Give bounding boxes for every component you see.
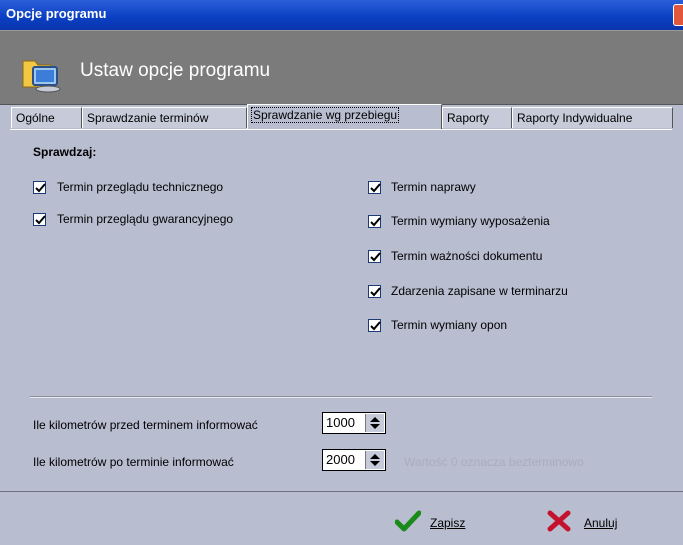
checkbox-waznosc-dokumentu[interactable] bbox=[368, 250, 381, 263]
window-title: Opcje programu bbox=[6, 6, 107, 21]
checkbox-zdarzenia-terminarz[interactable] bbox=[368, 285, 381, 298]
hint-text: Wartość 0 oznacza bezterminowo bbox=[404, 455, 584, 469]
separator bbox=[30, 396, 652, 398]
tab-raporty-indywidualne[interactable]: Raporty Indywidualne bbox=[512, 107, 673, 128]
checkmark-icon bbox=[395, 510, 421, 532]
checkbox-przeglad-gwarancyjny[interactable] bbox=[33, 213, 46, 226]
check-icon bbox=[370, 217, 381, 227]
spinner-arrows-icon[interactable] bbox=[365, 451, 384, 469]
check-icon bbox=[35, 183, 46, 193]
checkbox-label: Termin naprawy bbox=[391, 180, 476, 194]
close-icon bbox=[547, 510, 571, 532]
check-icon bbox=[370, 183, 381, 193]
tab-sprawdzanie-terminow[interactable]: Sprawdzanie terminów bbox=[82, 107, 247, 128]
cancel-button[interactable]: Anuluj bbox=[547, 508, 647, 534]
checkbox-przeglad-techniczny[interactable] bbox=[33, 181, 46, 194]
tab-label: Sprawdzanie wg przebiegu bbox=[250, 107, 400, 123]
spinner-arrows-icon[interactable] bbox=[365, 414, 384, 432]
header-banner: Ustaw opcje programu bbox=[0, 30, 683, 105]
tab-label: Raporty bbox=[447, 111, 490, 125]
km-after-value: 2000 bbox=[326, 452, 355, 467]
title-bar: Opcje programu bbox=[0, 0, 683, 30]
checkbox-label: Termin ważności dokumentu bbox=[391, 249, 543, 263]
cancel-label: Anuluj bbox=[584, 516, 618, 530]
km-before-spinner[interactable]: 1000 bbox=[322, 412, 386, 434]
close-button[interactable] bbox=[673, 4, 683, 26]
tab-label: Sprawdzanie terminów bbox=[87, 111, 209, 125]
save-button[interactable]: Zapisz bbox=[395, 508, 495, 534]
km-after-spinner[interactable]: 2000 bbox=[322, 449, 386, 471]
km-after-label: Ile kilometrów po terminie informować bbox=[33, 455, 234, 469]
save-label: Zapisz bbox=[430, 516, 466, 530]
km-before-label: Ile kilometrów przed terminem informować bbox=[33, 418, 258, 432]
tab-label: Raporty Indywidualne bbox=[517, 111, 633, 125]
tab-label: Ogólne bbox=[16, 111, 55, 125]
monitor-folder-icon bbox=[22, 60, 61, 93]
checkbox-wymiana-wyposazenia[interactable] bbox=[368, 215, 381, 228]
section-title: Sprawdzaj: bbox=[33, 145, 97, 159]
check-icon bbox=[35, 215, 46, 225]
header-title: Ustaw opcje programu bbox=[80, 60, 271, 81]
check-icon bbox=[370, 252, 381, 262]
tab-raporty[interactable]: Raporty bbox=[442, 107, 512, 128]
check-icon bbox=[370, 287, 381, 297]
check-icon bbox=[370, 321, 381, 331]
checkbox-label: Termin przeglądu technicznego bbox=[57, 180, 224, 194]
tab-ogolne[interactable]: Ogólne bbox=[11, 107, 82, 128]
km-before-value: 1000 bbox=[326, 415, 355, 430]
tab-sprawdzanie-wg-przebiegu[interactable]: Sprawdzanie wg przebiegu bbox=[247, 104, 442, 129]
checkbox-label: Termin wymiany opon bbox=[391, 318, 508, 332]
checkbox-label: Termin wymiany wyposażenia bbox=[391, 214, 550, 228]
checkbox-termin-naprawy[interactable] bbox=[368, 181, 381, 194]
checkbox-label: Termin przeglądu gwarancyjnego bbox=[57, 212, 234, 226]
checkbox-label: Zdarzenia zapisane w terminarzu bbox=[391, 284, 568, 298]
checkbox-wymiana-opon[interactable] bbox=[368, 319, 381, 332]
